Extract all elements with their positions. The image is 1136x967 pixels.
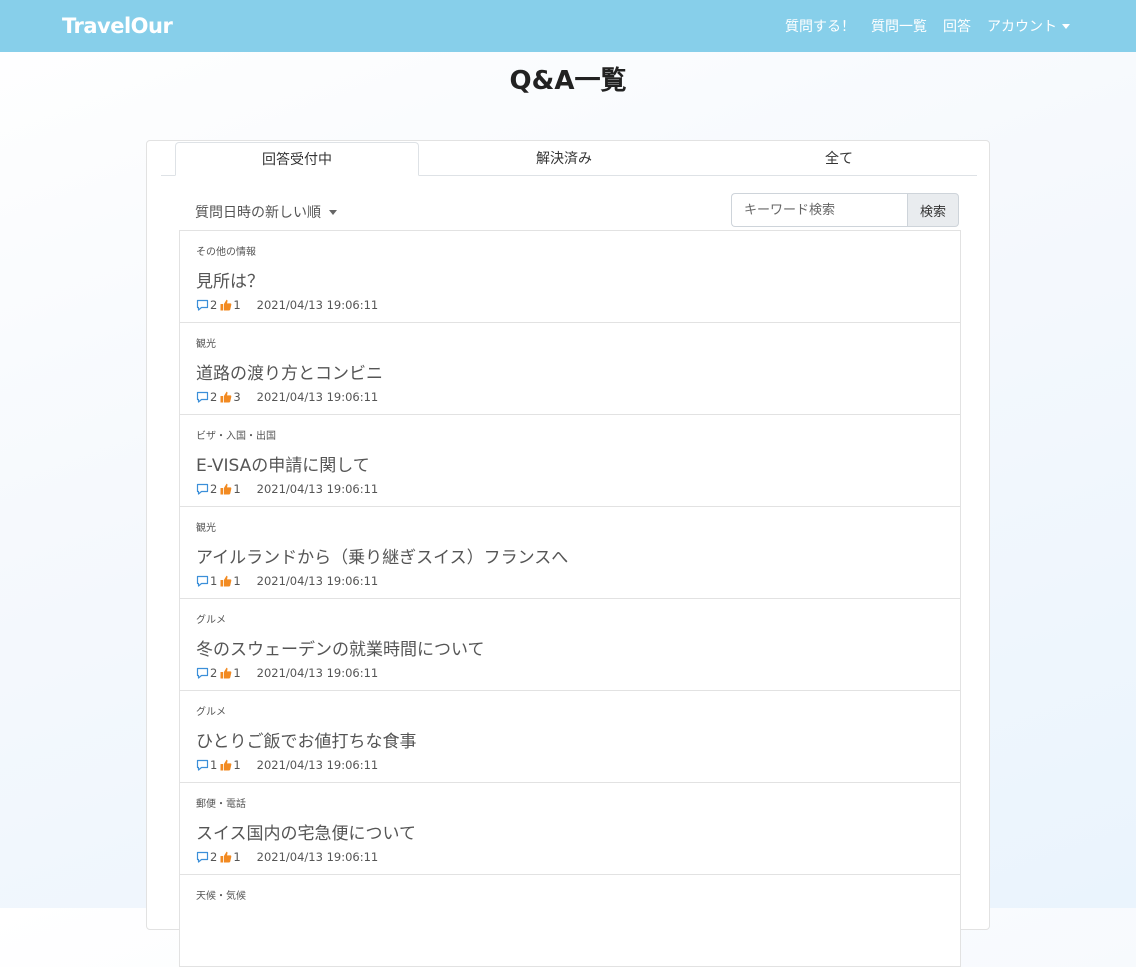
question-title[interactable]: ひとりご飯でお値打ちな食事 xyxy=(196,727,417,752)
question-title[interactable]: 見所は？ xyxy=(196,267,264,292)
tab-open[interactable]: 回答受付中 xyxy=(175,142,419,176)
comment-icon xyxy=(196,299,209,311)
question-item[interactable]: その他の情報 見所は？ 2 1 2021/04/13 19:06:11 xyxy=(180,231,960,323)
question-meta: 2 1 2021/04/13 19:06:11 xyxy=(196,298,378,312)
list-toolbar: 質問日時の新しい順 検索 xyxy=(179,193,959,229)
question-item[interactable]: 観光 アイルランドから（乗り継ぎスイス）フランスへ 1 1 2021/04/13… xyxy=(180,507,960,599)
question-category: 観光 xyxy=(196,339,216,350)
keyword-search-input[interactable] xyxy=(731,193,907,227)
question-list: その他の情報 見所は？ 2 1 2021/04/13 19:06:11 観光 道… xyxy=(179,230,961,967)
chevron-down-icon xyxy=(329,209,337,215)
thumbs-up-icon xyxy=(220,299,232,311)
search-button[interactable]: 検索 xyxy=(907,193,959,227)
question-item[interactable]: グルメ ひとりご飯でお値打ちな食事 1 1 2021/04/13 19:06:1… xyxy=(180,691,960,783)
question-title[interactable]: E-VISAの申請に関して xyxy=(196,451,370,476)
thumbs-up-icon xyxy=(220,575,232,587)
question-category: 郵便・電話 xyxy=(196,799,246,810)
nav-account-label: アカウント xyxy=(987,19,1057,35)
page-title: Q&A一覧 xyxy=(509,66,627,96)
question-meta: 1 1 2021/04/13 19:06:11 xyxy=(196,758,378,772)
comment-icon xyxy=(196,759,209,771)
thumbs-up-icon xyxy=(220,759,232,771)
question-date: 2021/04/13 19:06:11 xyxy=(256,482,379,496)
qa-card: 回答受付中 解決済み 全て 質問日時の新しい順 検索 その他の情報 見所は？ 2… xyxy=(146,140,990,967)
question-category: 天候・気候 xyxy=(196,891,246,902)
like-count: 1 xyxy=(233,666,241,680)
chevron-down-icon xyxy=(1062,23,1070,29)
search-group: 検索 xyxy=(731,193,959,227)
tab-all[interactable]: 全て xyxy=(709,141,969,175)
question-category: ビザ・入国・出国 xyxy=(196,431,276,442)
question-category: その他の情報 xyxy=(196,247,256,258)
question-item[interactable]: グルメ 冬のスウェーデンの就業時間について 2 1 2021/04/13 19:… xyxy=(180,599,960,691)
like-count: 1 xyxy=(233,482,241,496)
question-category: 観光 xyxy=(196,523,216,534)
question-meta: 1 1 2021/04/13 19:06:11 xyxy=(196,574,378,588)
question-item[interactable]: 郵便・電話 スイス国内の宅急便について 2 1 2021/04/13 19:06… xyxy=(180,783,960,875)
question-title[interactable]: 冬のスウェーデンの就業時間について xyxy=(196,635,485,660)
question-item[interactable]: 観光 道路の渡り方とコンビニ 2 3 2021/04/13 19:06:11 xyxy=(180,323,960,415)
question-meta: 2 1 2021/04/13 19:06:11 xyxy=(196,850,378,864)
question-meta: 2 3 2021/04/13 19:06:11 xyxy=(196,390,378,404)
nav-question-list[interactable]: 質問一覧 xyxy=(871,16,927,36)
comment-icon xyxy=(196,391,209,403)
sort-dropdown[interactable]: 質問日時の新しい順 xyxy=(195,202,337,222)
thumbs-up-icon xyxy=(220,483,232,495)
comment-icon xyxy=(196,851,209,863)
like-count: 1 xyxy=(233,758,241,772)
question-meta: 2 1 2021/04/13 19:06:11 xyxy=(196,482,378,496)
comment-count: 1 xyxy=(210,574,218,588)
question-date: 2021/04/13 19:06:11 xyxy=(256,758,379,772)
question-title[interactable]: 道路の渡り方とコンビニ xyxy=(196,359,383,384)
question-date: 2021/04/13 19:06:11 xyxy=(256,850,379,864)
sort-label: 質問日時の新しい順 xyxy=(195,205,321,221)
nav-account-dropdown[interactable]: アカウント xyxy=(987,16,1070,36)
like-count: 3 xyxy=(233,390,241,404)
comment-count: 2 xyxy=(210,298,218,312)
question-date: 2021/04/13 19:06:11 xyxy=(256,390,379,404)
comment-count: 2 xyxy=(210,482,218,496)
thumbs-up-icon xyxy=(220,667,232,679)
top-navbar: TravelOur 質問する！ 質問一覧 回答 アカウント xyxy=(0,0,1136,52)
thumbs-up-icon xyxy=(220,851,232,863)
question-meta: 2 1 2021/04/13 19:06:11 xyxy=(196,666,378,680)
question-date: 2021/04/13 19:06:11 xyxy=(256,574,379,588)
comment-count: 1 xyxy=(210,758,218,772)
question-category: グルメ xyxy=(196,615,226,626)
thumbs-up-icon xyxy=(220,391,232,403)
like-count: 1 xyxy=(233,850,241,864)
nav-answers[interactable]: 回答 xyxy=(943,16,971,36)
comment-count: 2 xyxy=(210,850,218,864)
tab-bar: 回答受付中 解決済み 全て xyxy=(161,141,977,176)
question-item[interactable]: 天候・気候 xyxy=(180,875,960,967)
question-category: グルメ xyxy=(196,707,226,718)
like-count: 1 xyxy=(233,298,241,312)
question-title[interactable]: スイス国内の宅急便について xyxy=(196,819,416,844)
question-title[interactable]: アイルランドから（乗り継ぎスイス）フランスへ xyxy=(196,543,568,568)
tab-resolved[interactable]: 解決済み xyxy=(419,141,709,175)
comment-icon xyxy=(196,575,209,587)
comment-count: 2 xyxy=(210,666,218,680)
comment-icon xyxy=(196,667,209,679)
nav-ask-question[interactable]: 質問する！ xyxy=(785,16,855,36)
question-date: 2021/04/13 19:06:11 xyxy=(256,298,379,312)
like-count: 1 xyxy=(233,574,241,588)
question-item[interactable]: ビザ・入国・出国 E-VISAの申請に関して 2 1 2021/04/13 19… xyxy=(180,415,960,507)
question-date: 2021/04/13 19:06:11 xyxy=(256,666,379,680)
nav-links: 質問する！ 質問一覧 回答 アカウント xyxy=(769,16,1070,36)
comment-count: 2 xyxy=(210,390,218,404)
comment-icon xyxy=(196,483,209,495)
brand-logo[interactable]: TravelOur xyxy=(62,14,173,38)
